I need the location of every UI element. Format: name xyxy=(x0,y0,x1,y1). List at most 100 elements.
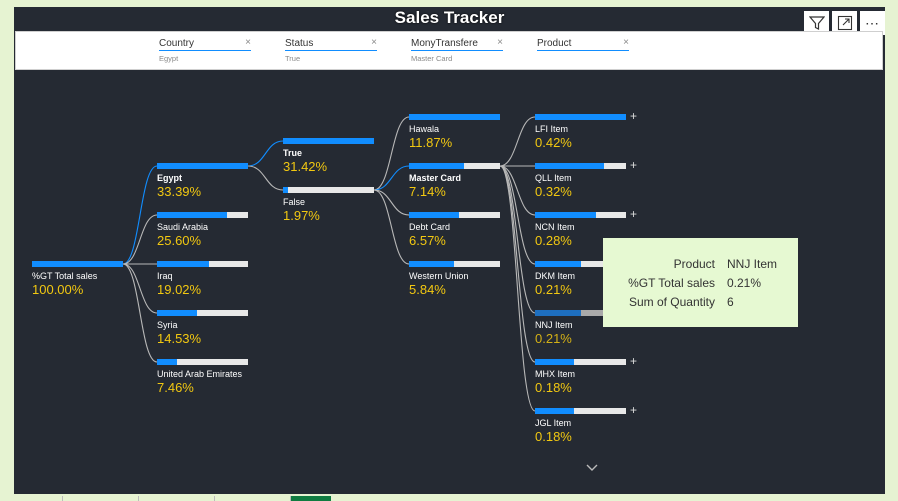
node-label: QLL Item xyxy=(535,173,572,183)
node-label: Western Union xyxy=(409,271,469,281)
tree-connector xyxy=(373,189,410,265)
value-bar-fill xyxy=(535,212,596,218)
node-label: United Arab Emirates xyxy=(157,369,243,379)
tree-connector xyxy=(373,116,410,191)
value-bar xyxy=(157,163,248,169)
tooltip-key: Product xyxy=(673,257,715,271)
tree-connector xyxy=(373,189,410,216)
value-bar xyxy=(283,187,374,193)
tree-connector xyxy=(373,165,410,191)
tree-node-transfer[interactable]: Debt Card 6.57% xyxy=(409,212,500,248)
tree-node-product[interactable]: JGL Item 0.18% xyxy=(535,408,626,444)
node-value: 7.46% xyxy=(157,380,194,395)
tree-connector xyxy=(499,116,536,167)
expand-node-icon[interactable]: + xyxy=(630,110,637,122)
value-bar-fill xyxy=(535,408,575,414)
value-bar-fill xyxy=(32,261,123,267)
value-bar-fill xyxy=(283,187,289,193)
node-value: 0.21% xyxy=(535,331,572,346)
tree-node-transfer[interactable]: Master Card 7.14% xyxy=(409,163,500,199)
value-bar xyxy=(535,163,626,169)
value-bar-fill xyxy=(535,114,626,120)
tree-node-product[interactable]: QLL Item 0.32% xyxy=(535,163,626,199)
node-value: 0.18% xyxy=(535,380,572,395)
value-bar-fill xyxy=(535,261,581,267)
node-value: 0.32% xyxy=(535,184,572,199)
node-label: Saudi Arabia xyxy=(157,222,209,232)
tree-node-status[interactable]: False 1.97% xyxy=(283,187,374,223)
value-bar xyxy=(409,163,500,169)
tree-node-transfer[interactable]: Western Union 5.84% xyxy=(409,261,500,297)
tooltip-value: 6 xyxy=(727,295,734,309)
value-bar xyxy=(409,114,500,120)
tooltip-key: %GT Total sales xyxy=(628,276,715,290)
value-bar-fill xyxy=(409,114,500,120)
tree-node-country[interactable]: United Arab Emirates 7.46% xyxy=(157,359,248,395)
tree-node-product[interactable]: LFI Item 0.42% xyxy=(535,114,626,150)
node-label: LFI Item xyxy=(535,124,569,134)
value-bar-fill xyxy=(409,212,460,218)
tree-node-status[interactable]: True 31.42% xyxy=(283,138,374,174)
tooltip-key: Sum of Quantity xyxy=(628,295,715,309)
value-bar-fill xyxy=(409,163,464,169)
node-value: 0.18% xyxy=(535,429,572,444)
expand-node-icon[interactable]: + xyxy=(630,159,637,171)
page-tab-active[interactable] xyxy=(290,496,331,501)
chevron-down-icon xyxy=(586,464,598,471)
node-label: True xyxy=(283,148,303,158)
node-value: 19.02% xyxy=(157,282,202,297)
value-bar xyxy=(283,138,374,144)
node-value: 25.60% xyxy=(157,233,202,248)
node-label: False xyxy=(283,197,306,207)
node-label: Debt Card xyxy=(409,222,451,232)
node-value: 33.39% xyxy=(157,184,202,199)
node-value: 14.53% xyxy=(157,331,202,346)
tree-connector xyxy=(499,165,536,265)
tree-connector xyxy=(122,263,158,363)
value-bar-fill xyxy=(157,261,209,267)
tree-connector xyxy=(122,263,158,314)
tree-node-country[interactable]: Syria 14.53% xyxy=(157,310,248,346)
scroll-down-button[interactable] xyxy=(586,459,598,477)
value-bar xyxy=(535,212,626,218)
expand-node-icon[interactable]: + xyxy=(630,355,637,367)
node-label: Iraq xyxy=(157,271,173,281)
tree-node-country[interactable]: Iraq 19.02% xyxy=(157,261,248,297)
value-bar xyxy=(409,261,500,267)
value-bar xyxy=(157,261,248,267)
node-value: 1.97% xyxy=(283,208,320,223)
page-tab[interactable] xyxy=(62,496,139,501)
tree-connector xyxy=(499,165,536,363)
tree-connector xyxy=(122,165,158,265)
value-bar-fill xyxy=(535,163,605,169)
value-bar-fill xyxy=(535,310,581,316)
tree-node-country[interactable]: Saudi Arabia 25.60% xyxy=(157,212,248,248)
node-label: Hawala xyxy=(409,124,440,134)
node-label: Egypt xyxy=(157,173,183,183)
value-bar xyxy=(535,114,626,120)
node-value: 0.42% xyxy=(535,135,572,150)
tree-connector xyxy=(499,165,536,412)
hover-tooltip: Product NNJ Item %GT Total sales 0.21% S… xyxy=(603,238,798,327)
expand-node-icon[interactable]: + xyxy=(630,404,637,416)
value-bar-fill xyxy=(157,310,198,316)
expand-node-icon[interactable]: + xyxy=(630,208,637,220)
page-tab[interactable] xyxy=(138,496,215,501)
page-tabs xyxy=(0,495,898,501)
value-bar-fill xyxy=(157,163,248,169)
node-value: 7.14% xyxy=(409,184,446,199)
node-value: 100.00% xyxy=(32,282,84,297)
tree-node-transfer[interactable]: Hawala 11.87% xyxy=(409,114,500,150)
node-value: 5.84% xyxy=(409,282,446,297)
tree-node-country[interactable]: Egypt 33.39% xyxy=(157,163,248,199)
tree-connector xyxy=(247,165,284,191)
tree-node-product[interactable]: MHX Item 0.18% xyxy=(535,359,626,395)
value-bar xyxy=(409,212,500,218)
value-bar-fill xyxy=(409,261,454,267)
value-bar-fill xyxy=(535,359,575,365)
node-label: %GT Total sales xyxy=(32,271,98,281)
value-bar xyxy=(157,310,248,316)
tooltip-value: 0.21% xyxy=(727,276,762,290)
tree-node-root[interactable]: %GT Total sales 100.00% xyxy=(32,261,123,297)
page-tab[interactable] xyxy=(214,496,291,501)
